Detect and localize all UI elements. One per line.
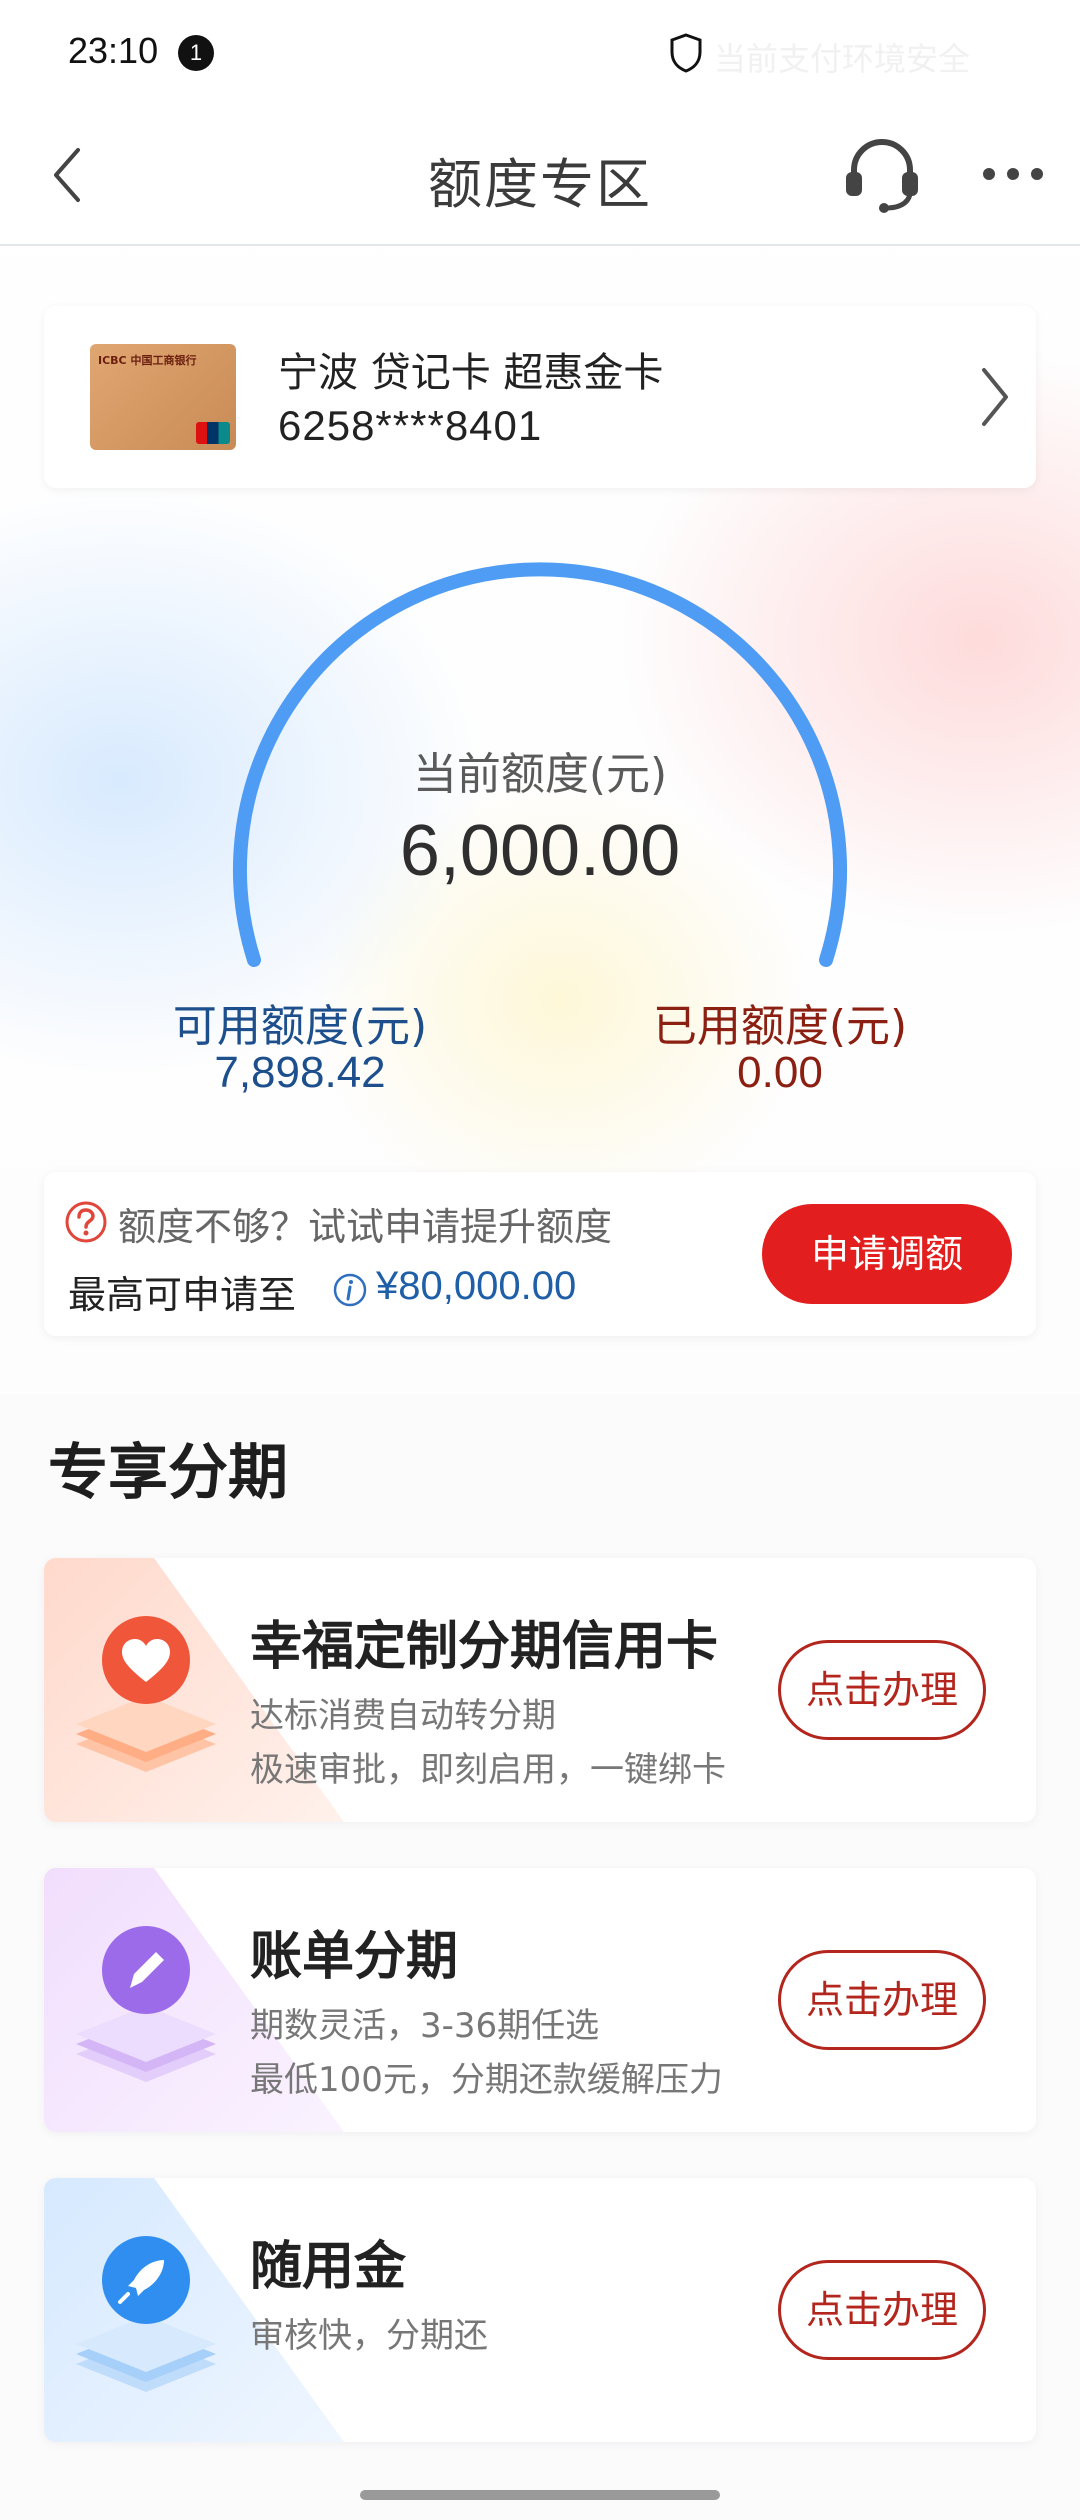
used-limit-label: 已用额度(元) xyxy=(652,1001,908,1052)
plan-description: 达标消费自动转分期 xyxy=(250,1696,556,1736)
home-indicator[interactable] xyxy=(360,2490,720,2500)
security-status-text: 当前支付环境安全 xyxy=(714,40,971,78)
max-limit-label: 最高可申请至 xyxy=(68,1273,297,1317)
apply-now-button[interactable]: 点击办理 xyxy=(778,1640,986,1740)
limit-upgrade-panel: 额度不够？试试申请提升额度 最高可申请至 ¥80,000.00 申请调额 xyxy=(44,1172,1036,1336)
apply-now-button[interactable]: 点击办理 xyxy=(778,2260,986,2360)
used-limit-value: 0.00 xyxy=(737,1048,823,1097)
notification-badge: 1 xyxy=(178,35,214,71)
question-icon xyxy=(65,1201,107,1243)
shield-icon xyxy=(670,33,702,73)
nav-bar: 额度专区 xyxy=(0,110,1080,246)
rocket-icon xyxy=(76,2236,216,2392)
plan-card-happy-installment[interactable]: 幸福定制分期信用卡 达标消费自动转分期 极速审批，即刻启用，一键绑卡 点击办理 xyxy=(44,1558,1036,1822)
upgrade-hint-text: 额度不够？试试申请提升额度 xyxy=(118,1205,613,1249)
card-number: 6258****8401 xyxy=(278,402,543,449)
bank-logo-text: ICBC 中国工商银行 xyxy=(98,354,197,367)
plan-title: 幸福定制分期信用卡 xyxy=(250,1617,719,1677)
card-selector[interactable]: ICBC 中国工商银行 宁波 贷记卡 超惠金卡 6258****8401 xyxy=(44,306,1036,488)
plan-description: 期数灵活，3-36期任选 xyxy=(250,2006,600,2046)
current-limit-label: 当前额度(元) xyxy=(412,749,668,800)
plan-description: 审核快，分期还 xyxy=(250,2316,488,2356)
available-limit-value: 7,898.42 xyxy=(214,1048,386,1097)
plan-title: 账单分期 xyxy=(250,1927,459,1987)
pencil-icon xyxy=(76,1926,216,2082)
plan-description: 极速审批，即刻启用，一键绑卡 xyxy=(250,1750,726,1790)
headset-icon[interactable] xyxy=(840,132,924,216)
available-limit-label: 可用额度(元) xyxy=(172,1001,428,1052)
unionpay-logo-icon xyxy=(196,422,230,444)
status-bar: 23:10 1 当前支付环境安全 xyxy=(0,0,1080,110)
plan-card-cash-on-demand[interactable]: 随用金 审核快，分期还 点击办理 xyxy=(44,2178,1036,2442)
card-name: 宁波 贷记卡 超惠金卡 xyxy=(278,350,664,396)
card-thumbnail: ICBC 中国工商银行 xyxy=(90,344,236,450)
section-title: 专享分期 xyxy=(48,1438,288,1508)
plan-title: 随用金 xyxy=(250,2237,407,2297)
apply-now-button[interactable]: 点击办理 xyxy=(778,1950,986,2050)
plan-card-bill-installment[interactable]: 账单分期 期数灵活，3-36期任选 最低100元，分期还款缓解压力 点击办理 xyxy=(44,1868,1036,2132)
more-icon[interactable] xyxy=(980,162,1046,186)
info-icon[interactable] xyxy=(332,1272,368,1308)
max-limit-value: ¥80,000.00 xyxy=(376,1264,577,1308)
apply-limit-adjust-button[interactable]: 申请调额 xyxy=(762,1204,1012,1304)
current-limit-value: 6,000.00 xyxy=(399,811,681,891)
plan-description: 最低100元，分期还款缓解压力 xyxy=(250,2060,723,2100)
heart-icon xyxy=(76,1616,216,1772)
chevron-right-icon xyxy=(982,368,1008,426)
status-time: 23:10 xyxy=(68,30,159,71)
